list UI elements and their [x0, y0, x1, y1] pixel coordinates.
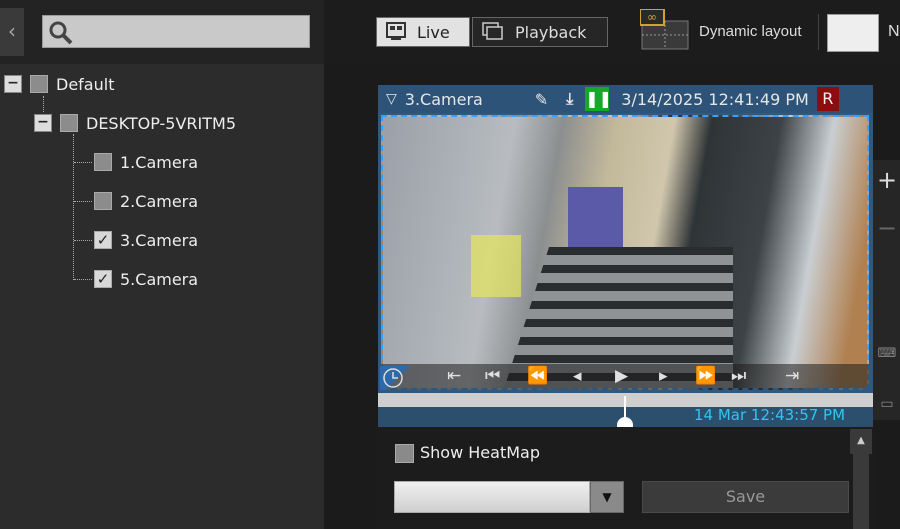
- tree-label: DESKTOP-5VRITM5: [86, 113, 236, 133]
- dynamic-layout-icon[interactable]: ∞: [640, 9, 690, 50]
- zoom-out-button[interactable]: −: [875, 216, 899, 240]
- timeline-cursor-handle[interactable]: [617, 417, 633, 427]
- pause-icon[interactable]: ❚❚: [585, 87, 612, 111]
- checkbox-checked[interactable]: ✓: [94, 270, 112, 288]
- save-button[interactable]: Save: [642, 481, 849, 513]
- checkbox[interactable]: [60, 114, 78, 132]
- tree-node-camera-1[interactable]: 1.Camera: [94, 152, 198, 172]
- svg-text:∞: ∞: [647, 10, 657, 24]
- recording-badge[interactable]: R: [816, 87, 839, 111]
- step-forward-icon[interactable]: ▸: [659, 366, 668, 386]
- keyboard-icon[interactable]: ⌨: [875, 342, 899, 366]
- toolbar-divider: [818, 14, 819, 50]
- tree-label: 1.Camera: [120, 152, 199, 172]
- scrollbar[interactable]: [853, 454, 869, 529]
- timeline-time: 14 Mar 12:43:57 PM: [694, 406, 846, 424]
- checkbox[interactable]: [30, 75, 48, 93]
- step-back-icon[interactable]: ◂: [573, 366, 582, 386]
- live-label: Live: [417, 22, 450, 42]
- tree-label: Default: [56, 74, 115, 94]
- prev-event-icon[interactable]: ⏮: [485, 366, 500, 386]
- heatmap-region: [471, 235, 521, 297]
- live-monitor-icon: [386, 22, 406, 40]
- tree-node-camera-2[interactable]: 2.Camera: [94, 191, 198, 211]
- zoom-in-button[interactable]: +: [875, 168, 899, 192]
- clock-icon[interactable]: [380, 366, 410, 390]
- collapse-icon[interactable]: −: [34, 114, 52, 132]
- tree-node-camera-5[interactable]: ✓ 5.Camera: [94, 269, 198, 289]
- tree-node-server[interactable]: − DESKTOP-5VRITM5: [34, 113, 236, 133]
- tree-label: 5.Camera: [120, 269, 199, 289]
- tree-node-camera-3[interactable]: ✓ 3.Camera: [94, 230, 198, 250]
- show-heatmap-checkbox[interactable]: [395, 444, 414, 463]
- layout-thumbnail-button[interactable]: [827, 14, 879, 52]
- collapse-panel-button[interactable]: ‹: [0, 8, 24, 56]
- dynamic-layout-label[interactable]: Dynamic layout: [699, 23, 802, 40]
- fast-rewind-icon[interactable]: ⏪: [527, 366, 548, 386]
- camera-header: ▽ 3.Camera ✎ ⤓ ❚❚ 3/14/2025 12:41:49 PM …: [378, 85, 873, 113]
- show-heatmap-label[interactable]: Show HeatMap: [420, 443, 540, 462]
- search-icon: [49, 21, 73, 45]
- camera-datetime: 3/14/2025 12:41:49 PM: [621, 89, 809, 109]
- edit-icon[interactable]: ✎: [535, 90, 548, 109]
- checkbox[interactable]: [94, 153, 112, 171]
- tree-label: 2.Camera: [120, 191, 199, 211]
- fast-forward-icon[interactable]: ⏩: [695, 366, 716, 386]
- camera-name: 3.Camera: [404, 89, 483, 109]
- go-to-end-icon[interactable]: ⇥: [785, 366, 799, 386]
- collapse-icon[interactable]: −: [4, 75, 22, 93]
- chevron-down-icon[interactable]: ▼: [590, 481, 624, 513]
- checkbox-checked[interactable]: ✓: [94, 231, 112, 249]
- playback-label: Playback: [515, 22, 587, 42]
- heatmap-select[interactable]: [394, 481, 590, 513]
- scroll-up-button[interactable]: ▲: [850, 429, 872, 454]
- go-to-start-icon[interactable]: ⇤: [447, 366, 461, 386]
- playback-tape-icon: [482, 22, 503, 40]
- tree-label: 3.Camera: [120, 230, 199, 250]
- play-icon[interactable]: ▶: [615, 366, 628, 386]
- tree-node-default[interactable]: − Default: [4, 74, 114, 94]
- playback-controls: ⇤ ⏮ ⏪ ◂ ▶ ▸ ⏩ ⏭ ⇥: [381, 364, 869, 390]
- export-download-icon[interactable]: ⤓: [566, 89, 573, 109]
- next-event-icon[interactable]: ⏭: [731, 366, 746, 386]
- search-input[interactable]: [42, 15, 310, 48]
- live-button[interactable]: Live: [376, 17, 470, 47]
- layout-label[interactable]: N: [888, 23, 900, 41]
- timeline-cursor[interactable]: [624, 396, 626, 418]
- monitor-icon[interactable]: ▭: [875, 392, 899, 416]
- camera-video-feed[interactable]: [381, 115, 869, 390]
- checkbox[interactable]: [94, 192, 112, 210]
- right-tool-strip: [873, 160, 900, 420]
- camera-menu-icon[interactable]: ▽: [386, 91, 397, 107]
- playback-button[interactable]: Playback: [472, 17, 608, 47]
